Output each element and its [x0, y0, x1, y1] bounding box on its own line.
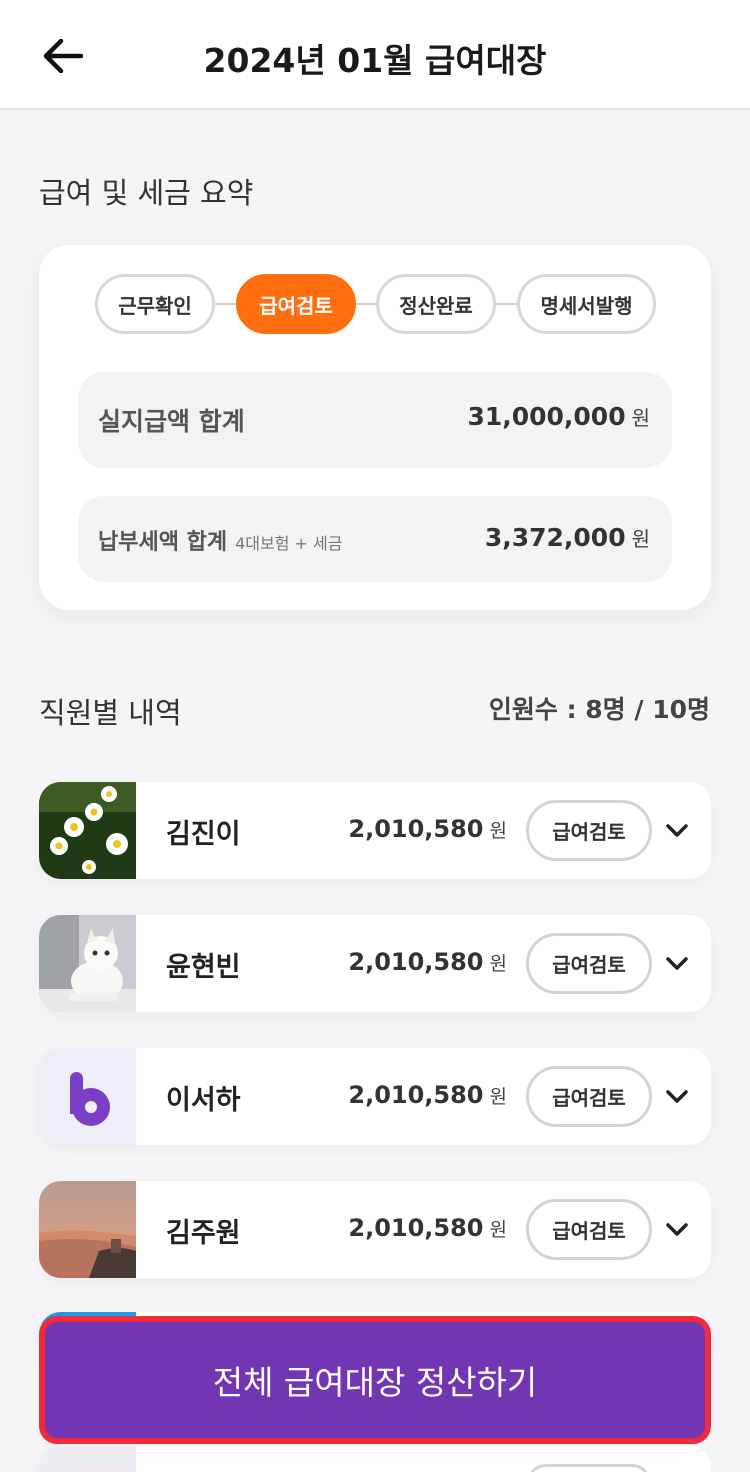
tax-value: 3,372,000 — [484, 523, 626, 552]
employee-row[interactable]: 김주원 2,010,580 원 급여검토 — [39, 1181, 711, 1278]
progress-steps: 근무확인 급여검토 정산완료 명세서발행 — [95, 274, 656, 334]
employee-status-button[interactable]: 급여검토 — [526, 800, 652, 861]
net-pay-label: 실지급액 합계 — [98, 407, 245, 436]
expand-button[interactable] — [662, 816, 692, 846]
employee-section-title: 직원별 내역 — [39, 696, 182, 730]
summary-card: 근무확인 급여검토 정산완료 명세서발행 실지급액 합계 31,000,000 … — [39, 245, 711, 610]
employee-name: 윤현빈 — [166, 952, 241, 983]
chevron-down-icon — [666, 1223, 688, 1236]
settle-all-highlight: 전체 급여대장 정산하기 — [39, 1316, 711, 1444]
tax-sub-label: 4대보험 + 세금 — [235, 534, 343, 553]
tax-label: 납부세액 합계 — [98, 530, 228, 555]
employee-status-partial — [526, 1464, 652, 1472]
page-title: 2024년 01월 급여대장 — [203, 41, 547, 80]
employee-status-button[interactable]: 급여검토 — [526, 933, 652, 994]
expand-button[interactable] — [662, 1215, 692, 1245]
headcount-text: 인원수 : 8명 / 10명 — [488, 695, 710, 724]
employee-amount-value: 2,010,580 — [348, 815, 484, 843]
net-pay-unit: 원 — [631, 406, 650, 430]
purple-b-logo — [39, 1048, 136, 1145]
chevron-down-icon — [666, 957, 688, 970]
step-settlement-done[interactable]: 정산완료 — [376, 274, 496, 334]
step-pay-review[interactable]: 급여검토 — [236, 274, 356, 334]
app-header: 2024년 01월 급여대장 — [0, 0, 750, 110]
tax-total-row: 납부세액 합계 4대보험 + 세금 3,372,000 원 — [78, 496, 672, 582]
net-pay-total-row: 실지급액 합계 31,000,000 원 — [78, 372, 672, 468]
employee-row[interactable]: 이서하 2,010,580 원 급여검토 — [39, 1048, 711, 1145]
employee-amount-unit: 원 — [489, 1219, 507, 1241]
beach-sunset-photo — [39, 1181, 136, 1278]
employee-amount-unit: 원 — [489, 820, 507, 842]
expand-button[interactable] — [662, 949, 692, 979]
employee-photo-partial — [39, 1446, 136, 1472]
employee-amount-value: 2,010,580 — [348, 1214, 484, 1242]
tax-unit: 원 — [631, 527, 650, 551]
employee-name: 김주원 — [166, 1218, 241, 1249]
employee-name: 이서하 — [166, 1085, 241, 1116]
step-work-confirm[interactable]: 근무확인 — [95, 274, 215, 334]
tax-label-group: 납부세액 합계 4대보험 + 세금 — [98, 524, 342, 556]
white-cat-photo — [39, 915, 136, 1012]
employee-amount: 2,010,580 원 — [348, 815, 507, 843]
employee-amount: 2,010,580 원 — [348, 948, 507, 976]
employee-row[interactable]: 김진이 2,010,580 원 급여검토 — [39, 782, 711, 879]
employee-row-partial — [39, 1446, 711, 1472]
net-pay-value: 31,000,000 — [467, 402, 626, 431]
employee-status-button[interactable]: 급여검토 — [526, 1199, 652, 1260]
employee-amount-unit: 원 — [489, 953, 507, 975]
employee-status-button[interactable]: 급여검토 — [526, 1066, 652, 1127]
chevron-down-icon — [666, 1090, 688, 1103]
daisy-flowers-photo — [39, 782, 136, 879]
tax-amount: 3,372,000 원 — [485, 523, 650, 552]
employee-amount-value: 2,010,580 — [348, 948, 484, 976]
settle-all-button[interactable]: 전체 급여대장 정산하기 — [50, 1327, 700, 1433]
employee-row[interactable]: 윤현빈 2,010,580 원 급여검토 — [39, 915, 711, 1012]
employee-amount-unit: 원 — [489, 1086, 507, 1108]
employee-amount: 2,010,580 원 — [348, 1081, 507, 1109]
summary-section-title: 급여 및 세금 요약 — [39, 176, 254, 210]
employee-amount: 2,010,580 원 — [348, 1214, 507, 1242]
step-statement-issue[interactable]: 명세서발행 — [517, 274, 656, 334]
expand-button[interactable] — [662, 1082, 692, 1112]
net-pay-amount: 31,000,000 원 — [467, 402, 650, 431]
employee-name: 김진이 — [166, 819, 241, 850]
employee-amount-value: 2,010,580 — [348, 1081, 484, 1109]
chevron-down-icon — [666, 824, 688, 837]
